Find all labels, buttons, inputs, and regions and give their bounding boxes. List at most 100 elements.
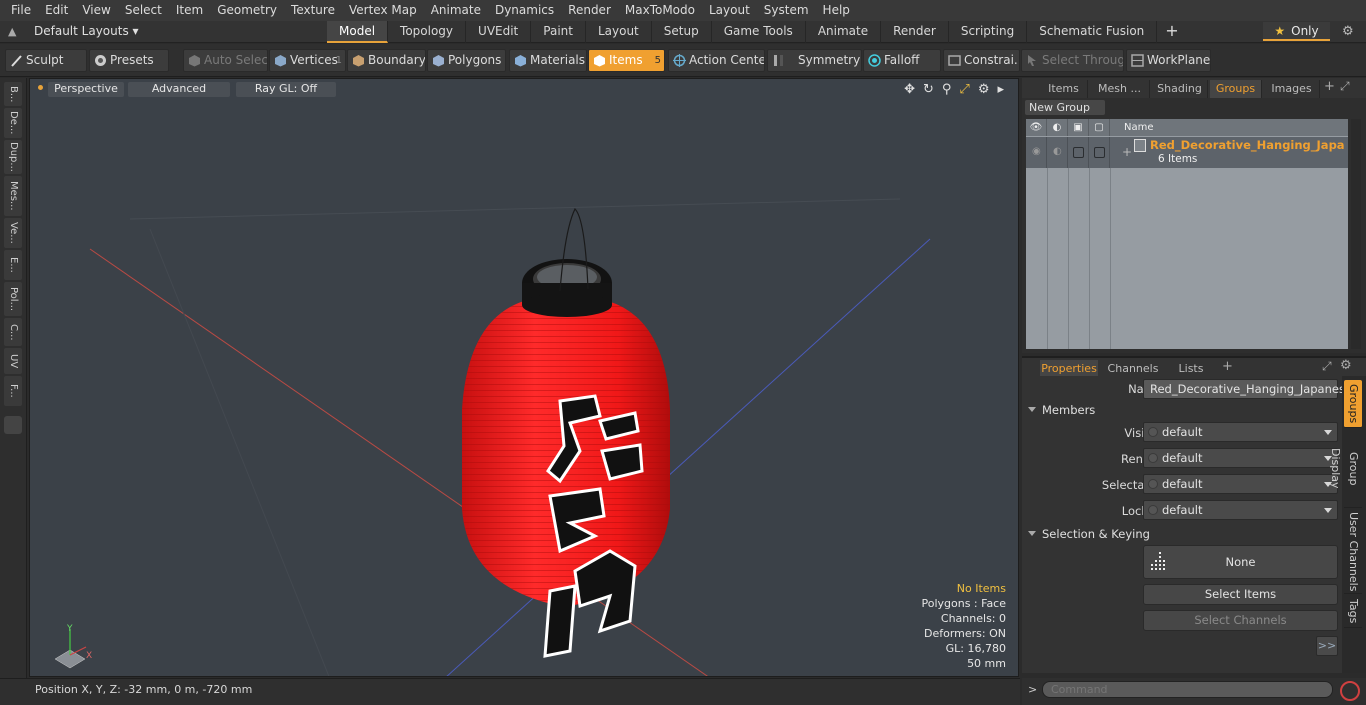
tab-topology[interactable]: Topology <box>388 21 467 43</box>
select-channels-button[interactable]: Select Channels <box>1143 610 1338 631</box>
strip-tab-fusion[interactable]: F... <box>4 376 22 406</box>
record-icon[interactable] <box>1340 681 1360 701</box>
add-tab-icon[interactable]: + <box>1157 21 1186 43</box>
layout-selector[interactable]: Default Layouts ▾ <box>34 24 139 38</box>
boundary-button[interactable]: Boundary <box>347 49 426 72</box>
raygl-button[interactable]: Ray GL: Off <box>236 82 336 97</box>
viewport-arrow-icon[interactable]: ▸ <box>997 82 1004 97</box>
name-column-header[interactable]: Name <box>1110 119 1348 136</box>
gear-icon[interactable]: ⚙ <box>1342 24 1354 39</box>
props-gear-icon[interactable]: ⚙ <box>1340 358 1352 373</box>
vtab-tags[interactable]: Tags <box>1344 596 1362 628</box>
menu-edit[interactable]: Edit <box>38 0 75 21</box>
action-center-button[interactable]: Action Center <box>668 49 765 72</box>
render-dropdown[interactable]: default <box>1143 448 1338 468</box>
expand-props-icon[interactable]: ⤢ <box>1322 359 1332 374</box>
rotate-icon[interactable]: ↻ <box>923 82 934 97</box>
polygons-button[interactable]: Polygons <box>427 49 506 72</box>
tab-layout[interactable]: Layout <box>586 21 652 43</box>
tab-game-tools[interactable]: Game Tools <box>712 21 806 43</box>
tab-items[interactable]: Items <box>1040 80 1088 98</box>
menu-view[interactable]: View <box>75 0 117 21</box>
tab-paint[interactable]: Paint <box>531 21 586 43</box>
row-select-checkbox[interactable] <box>1073 147 1084 158</box>
keying-none-button[interactable]: None <box>1143 545 1338 579</box>
locked-dropdown[interactable]: default <box>1143 500 1338 520</box>
command-input[interactable] <box>1042 681 1333 698</box>
menu-maxtomodo[interactable]: MaxToModo <box>618 0 702 21</box>
menu-render[interactable]: Render <box>561 0 618 21</box>
falloff-button[interactable]: Falloff <box>863 49 941 72</box>
only-button[interactable]: ★ Only <box>1263 22 1330 41</box>
menu-system[interactable]: System <box>757 0 816 21</box>
auto-select-button[interactable]: Auto Select <box>183 49 268 72</box>
strip-tab-basic[interactable]: B... <box>4 82 22 106</box>
add-panel-tab-icon[interactable]: + <box>1324 79 1335 94</box>
select-items-button[interactable]: Select Items <box>1143 584 1338 605</box>
visible-dropdown[interactable]: default <box>1143 422 1338 442</box>
strip-tab-vertex[interactable]: Ve... <box>4 218 22 248</box>
table-row[interactable]: ◉ ◐ + Red_Decorative_Hanging_Japa ... 6 … <box>1026 137 1348 168</box>
tab-groups[interactable]: Groups <box>1210 80 1262 98</box>
vtab-groups[interactable]: Groups <box>1344 380 1362 428</box>
sculpt-button[interactable]: Sculpt <box>5 49 87 72</box>
strip-tab-curve[interactable]: C... <box>4 318 22 346</box>
select-through-button[interactable]: Select Through <box>1021 49 1124 72</box>
menu-animate[interactable]: Animate <box>424 0 488 21</box>
menu-vertex-map[interactable]: Vertex Map <box>342 0 424 21</box>
viewport-gear-icon[interactable]: ⚙ <box>978 82 990 97</box>
menu-texture[interactable]: Texture <box>284 0 342 21</box>
selectable-dropdown[interactable]: default <box>1143 474 1338 494</box>
strip-tab-polygon[interactable]: Pol... <box>4 282 22 316</box>
3d-viewport[interactable]: Y X Perspective Advanced Ray GL: Off ✥ ↻… <box>29 78 1019 677</box>
vertices-button[interactable]: Vertices 1 <box>269 49 346 72</box>
viewport-menu-dot[interactable] <box>38 85 43 90</box>
presets-button[interactable]: Presets <box>89 49 169 72</box>
menu-item[interactable]: Item <box>169 0 210 21</box>
shading-mode-button[interactable]: Advanced <box>128 82 230 97</box>
menu-geometry[interactable]: Geometry <box>210 0 284 21</box>
render-icon[interactable]: ◐ <box>1047 119 1068 136</box>
view-mode-button[interactable]: Perspective <box>48 82 124 97</box>
vtab-user-channels[interactable]: User Channels <box>1344 510 1362 594</box>
workplane-button[interactable]: WorkPlane <box>1126 49 1211 72</box>
strip-tab-uv[interactable]: UV <box>4 348 22 374</box>
materials-button[interactable]: Materials <box>509 49 587 72</box>
menu-help[interactable]: Help <box>816 0 857 21</box>
tab-images[interactable]: Images <box>1264 80 1320 98</box>
row-lock-checkbox[interactable] <box>1094 147 1105 158</box>
constraints-button[interactable]: Constrai... <box>943 49 1020 72</box>
expand-plus-icon[interactable]: + <box>1122 145 1132 159</box>
menu-file[interactable]: File <box>4 0 38 21</box>
members-section[interactable]: Members <box>1028 403 1095 417</box>
tab-schematic-fusion[interactable]: Schematic Fusion <box>1027 21 1158 43</box>
group-name-field[interactable]: Red_Decorative_Hanging_Japanese_l <box>1143 379 1361 399</box>
pan-icon[interactable]: ✥ <box>904 82 915 97</box>
tab-animate[interactable]: Animate <box>806 21 882 43</box>
tab-scripting[interactable]: Scripting <box>949 21 1028 43</box>
symmetry-button[interactable]: Symmetry <box>767 49 862 72</box>
groups-scrollbar[interactable] <box>1351 119 1361 349</box>
items-button[interactable]: Items 5 <box>588 49 665 72</box>
menu-select[interactable]: Select <box>118 0 169 21</box>
tab-setup[interactable]: Setup <box>652 21 712 43</box>
tab-uvedit[interactable]: UVEdit <box>466 21 532 43</box>
zoom-icon[interactable]: ⚲ <box>942 82 952 97</box>
selection-keying-section[interactable]: Selection & Keying <box>1028 527 1150 541</box>
strip-tab-edge[interactable]: E... <box>4 250 22 280</box>
lock-icon[interactable]: ▢ <box>1089 119 1110 136</box>
selectable-icon[interactable]: ▣ <box>1068 119 1089 136</box>
strip-tab-mesh[interactable]: Mes... <box>4 176 22 216</box>
maximize-icon[interactable]: ⤢ <box>959 82 969 97</box>
menu-layout[interactable]: Layout <box>702 0 757 21</box>
group-name[interactable]: Red_Decorative_Hanging_Japa ... <box>1150 138 1346 152</box>
vtab-group-display[interactable]: Group Display <box>1329 430 1362 508</box>
menu-dynamics[interactable]: Dynamics <box>488 0 561 21</box>
strip-tab-duplicate[interactable]: Dup... <box>4 140 22 174</box>
layout-up-icon[interactable]: ▲ <box>8 26 20 38</box>
tab-model[interactable]: Model <box>327 21 389 43</box>
strip-tab-deform[interactable]: De... <box>4 108 22 138</box>
tab-shading[interactable]: Shading <box>1152 80 1208 98</box>
expand-panel-icon[interactable]: ⤢ <box>1340 79 1350 94</box>
add-prop-tab-icon[interactable]: + <box>1222 359 1233 374</box>
